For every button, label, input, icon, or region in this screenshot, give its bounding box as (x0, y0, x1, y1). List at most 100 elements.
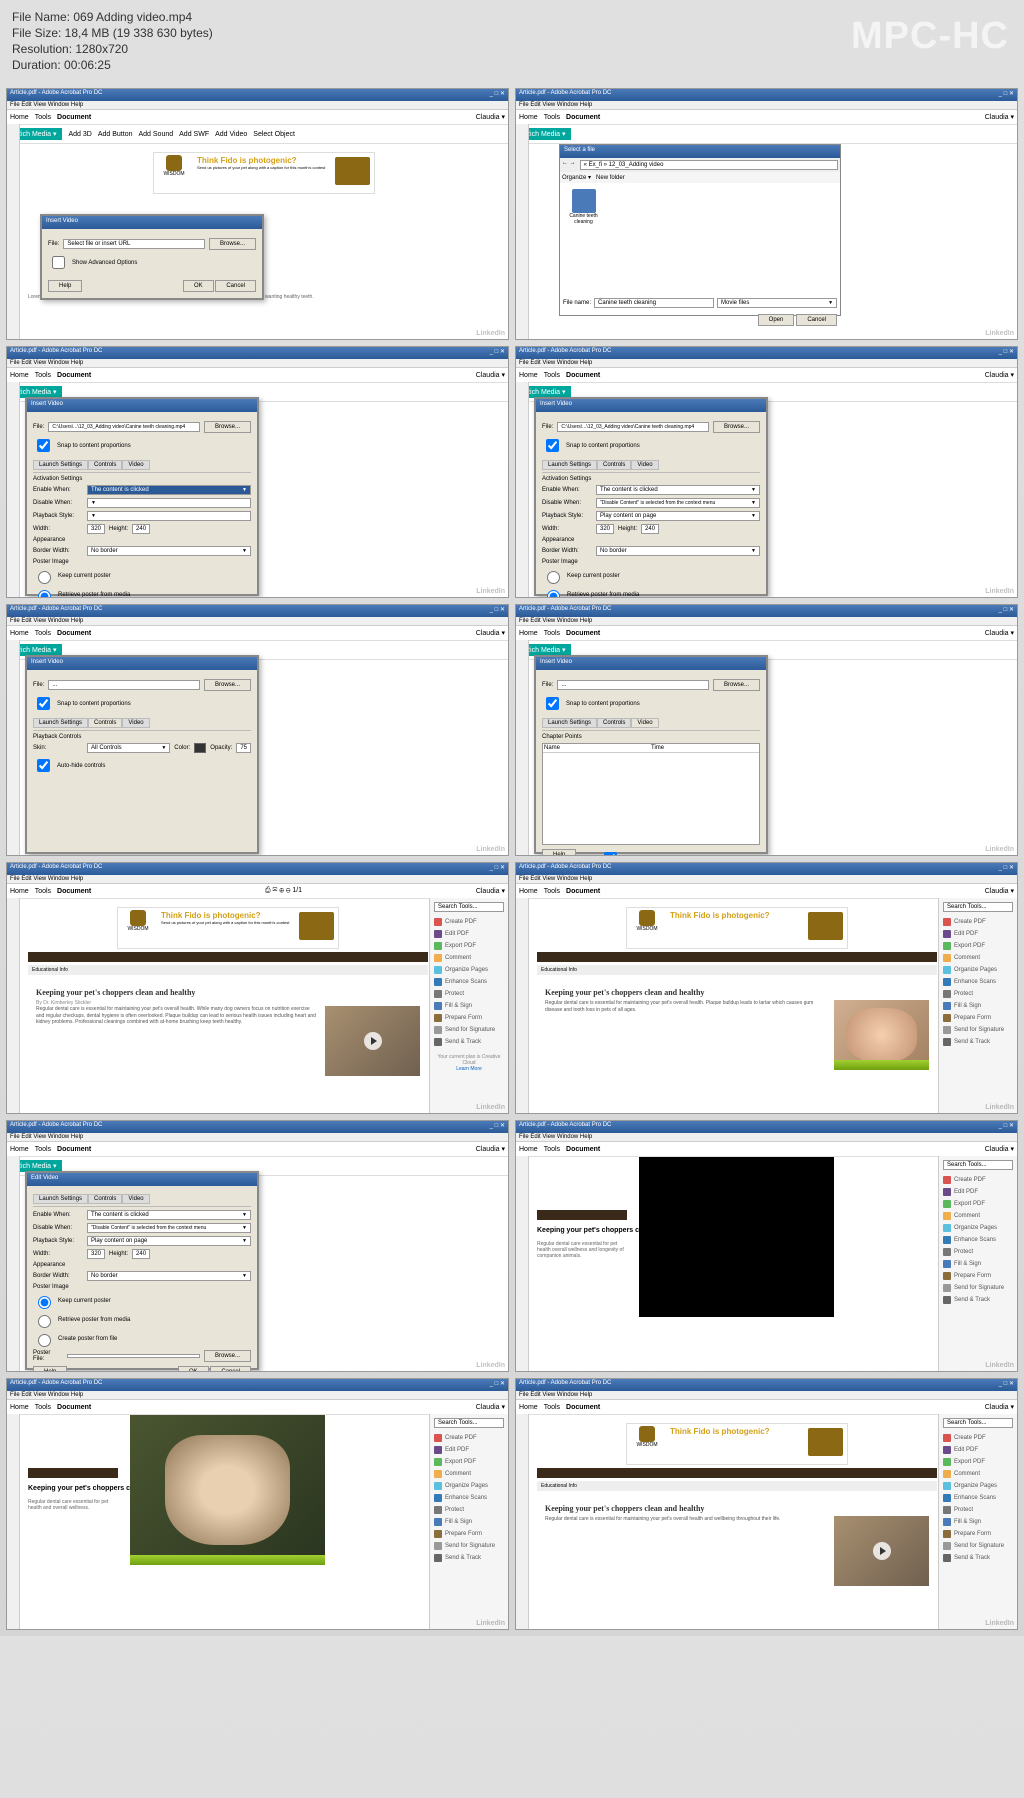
tools-panel-item[interactable]: Prepare Form (434, 1012, 504, 1024)
tools-panel-item[interactable]: Organize Pages (943, 1222, 1013, 1234)
tools-panel-item[interactable]: Comment (943, 952, 1013, 964)
tools-panel-item[interactable]: Protect (943, 988, 1013, 1000)
tools-panel-item[interactable]: Edit PDF (943, 928, 1013, 940)
tools-panel-item[interactable]: Send for Signature (943, 1540, 1013, 1552)
new-folder-button[interactable]: New folder (596, 175, 625, 181)
controls-tab[interactable]: Controls (88, 460, 122, 470)
browse-button[interactable]: Browse... (209, 238, 256, 250)
tools-panel-item[interactable]: Fill & Sign (434, 1000, 504, 1012)
tools-panel-item[interactable]: Organize Pages (434, 1480, 504, 1492)
tools-panel-item[interactable]: Protect (434, 1504, 504, 1516)
embedded-video[interactable] (325, 1006, 420, 1076)
launch-tab[interactable]: Launch Settings (33, 460, 88, 470)
tools-panel-item[interactable]: Comment (434, 952, 504, 964)
play-icon[interactable] (364, 1032, 382, 1050)
tools-panel-item[interactable]: Edit PDF (943, 1186, 1013, 1198)
cancel-button[interactable]: Cancel (796, 314, 837, 326)
skin-dropdown[interactable]: All Controls (87, 743, 170, 753)
embedded-video[interactable] (834, 1516, 929, 1586)
tools-panel-item[interactable]: Create PDF (943, 1174, 1013, 1186)
help-button[interactable]: Help (48, 280, 82, 292)
search-tools-input[interactable]: Search Tools... (434, 902, 504, 912)
tools-panel-item[interactable]: Send & Track (943, 1552, 1013, 1564)
tools-panel-item[interactable]: Enhance Scans (943, 1234, 1013, 1246)
tools-panel-item[interactable]: Comment (943, 1468, 1013, 1480)
tools-panel-item[interactable]: Fill & Sign (434, 1516, 504, 1528)
organize-button[interactable]: Organize ▾ (562, 175, 591, 181)
rich-btn[interactable]: Add Video (215, 131, 247, 138)
tools-panel-item[interactable]: Fill & Sign (943, 1000, 1013, 1012)
video-controls[interactable] (130, 1555, 325, 1565)
menubar[interactable]: File Edit View Window Help (7, 101, 508, 110)
tools-panel-item[interactable]: Protect (434, 988, 504, 1000)
tools-panel-item[interactable]: Fill & Sign (943, 1516, 1013, 1528)
tools-panel-item[interactable]: Prepare Form (434, 1528, 504, 1540)
disable-dropdown[interactable] (87, 498, 251, 508)
file-item[interactable]: Canine teeth cleaning (566, 189, 601, 229)
rich-btn[interactable]: Add Sound (138, 131, 173, 138)
tools-panel-item[interactable]: Create PDF (434, 1432, 504, 1444)
tools-panel-item[interactable]: Export PDF (434, 1456, 504, 1468)
tools-panel-item[interactable]: Send for Signature (943, 1282, 1013, 1294)
tools-panel-item[interactable]: Create PDF (943, 916, 1013, 928)
playback-dropdown[interactable] (87, 511, 251, 521)
floating-video-playing[interactable] (130, 1415, 325, 1565)
floating-video-player[interactable] (639, 1157, 834, 1317)
tool-icon (943, 1026, 951, 1034)
tools-panel-item[interactable]: Send for Signature (434, 1024, 504, 1036)
tools-panel-item[interactable]: Protect (943, 1504, 1013, 1516)
enable-dropdown[interactable]: The content is clicked (87, 485, 251, 495)
open-button[interactable]: Open (758, 314, 795, 326)
tools-panel-item[interactable]: Send & Track (943, 1036, 1013, 1048)
show-advanced-checkbox[interactable] (52, 256, 65, 269)
ok-button[interactable]: OK (183, 280, 214, 292)
tools-panel-item[interactable]: Edit PDF (943, 1444, 1013, 1456)
tools-panel-item[interactable]: Edit PDF (434, 1444, 504, 1456)
rich-btn[interactable]: Add SWF (179, 131, 209, 138)
tools-panel-item[interactable]: Enhance Scans (943, 1492, 1013, 1504)
tools-panel-item[interactable]: Organize Pages (943, 964, 1013, 976)
tools-panel-item[interactable]: Edit PDF (434, 928, 504, 940)
tools-panel-item[interactable]: Send & Track (943, 1294, 1013, 1306)
tools-panel-item[interactable]: Send & Track (434, 1036, 504, 1048)
tools-panel-item[interactable]: Send for Signature (943, 1024, 1013, 1036)
tools-panel-item[interactable]: Comment (434, 1468, 504, 1480)
tools-tab[interactable]: Tools (35, 114, 51, 121)
tools-panel-item[interactable]: Export PDF (943, 1456, 1013, 1468)
home-tab[interactable]: Home (10, 114, 29, 121)
tools-panel-item[interactable]: Send & Track (434, 1552, 504, 1564)
video-tab[interactable]: Video (122, 460, 149, 470)
tool-icon (943, 1002, 951, 1010)
tools-panel: Search Tools... Create PDFEdit PDFExport… (429, 898, 508, 1113)
rich-btn[interactable]: Add 3D (68, 131, 91, 138)
border-dropdown[interactable]: No border (87, 546, 251, 556)
tools-panel-item[interactable]: Organize Pages (943, 1480, 1013, 1492)
video-file-icon (572, 189, 596, 213)
tools-panel-item[interactable]: Enhance Scans (943, 976, 1013, 988)
playing-video[interactable] (834, 1000, 929, 1070)
tools-panel-item[interactable]: Organize Pages (434, 964, 504, 976)
rich-btn[interactable]: Select Object (253, 131, 295, 138)
tools-panel-item[interactable]: Protect (943, 1246, 1013, 1258)
tools-panel-item[interactable]: Export PDF (943, 940, 1013, 952)
site-nav[interactable] (28, 952, 428, 962)
tools-panel-item[interactable]: Send for Signature (434, 1540, 504, 1552)
document-tab[interactable]: Document (57, 114, 91, 121)
tools-panel-item[interactable]: Prepare Form (943, 1012, 1013, 1024)
tools-panel-item[interactable]: Prepare Form (943, 1270, 1013, 1282)
tools-panel-item[interactable]: Comment (943, 1210, 1013, 1222)
tools-panel-item[interactable]: Create PDF (434, 916, 504, 928)
play-icon[interactable] (873, 1542, 891, 1560)
rich-btn[interactable]: Add Button (98, 131, 133, 138)
tools-panel-item[interactable]: Prepare Form (943, 1528, 1013, 1540)
color-swatch[interactable] (194, 743, 206, 753)
tools-panel-item[interactable]: Enhance Scans (434, 1492, 504, 1504)
tools-panel-item[interactable]: Export PDF (434, 940, 504, 952)
tools-panel-item[interactable]: Fill & Sign (943, 1258, 1013, 1270)
video-controls[interactable] (834, 1060, 929, 1070)
tools-panel-item[interactable]: Enhance Scans (434, 976, 504, 988)
tools-panel-item[interactable]: Export PDF (943, 1198, 1013, 1210)
user-menu[interactable]: Claudia ▾ (476, 113, 505, 121)
tools-panel-item[interactable]: Create PDF (943, 1432, 1013, 1444)
cancel-button[interactable]: Cancel (215, 280, 256, 292)
